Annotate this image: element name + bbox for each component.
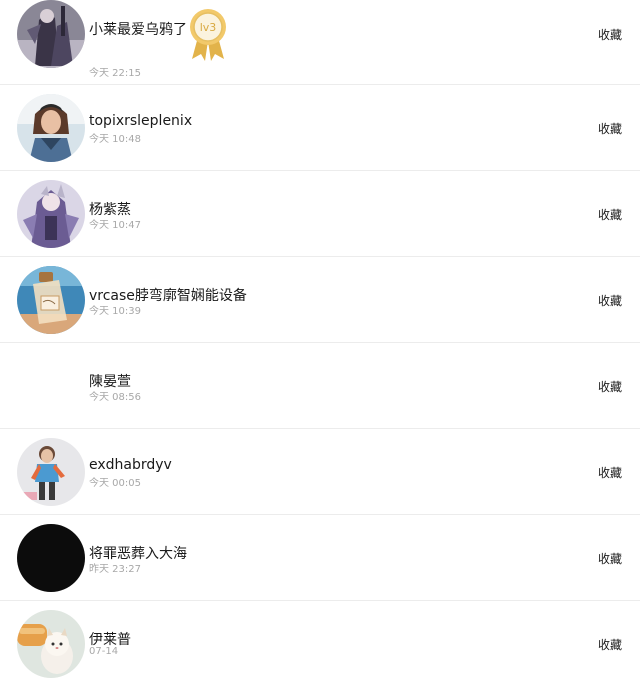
message-time: 今天 10:47	[89, 220, 141, 231]
favorite-button[interactable]: 收藏	[598, 120, 622, 137]
message-time: 今天 10:39	[89, 306, 141, 317]
user-avatar[interactable]	[17, 610, 85, 678]
favorite-button[interactable]: 收藏	[598, 464, 622, 481]
user-avatar[interactable]	[17, 266, 85, 334]
message-time: 今天 10:48	[89, 134, 141, 145]
user-avatar[interactable]	[17, 0, 85, 68]
list-item[interactable]: 杨紫蒸 今天 10:47 收藏	[0, 171, 640, 257]
message-time: 昨天 23:27	[89, 564, 141, 575]
user-avatar[interactable]	[17, 94, 85, 162]
list-item[interactable]: 小莱最爱乌鸦了 lv3 今天 22:15 收藏	[0, 0, 640, 85]
message-time: 今天 22:15	[89, 68, 141, 79]
badge-label: lv3	[200, 21, 217, 34]
list-item[interactable]: exdhabrdyv 今天 00:05 收藏	[0, 429, 640, 515]
user-avatar[interactable]	[17, 524, 85, 592]
favorite-button[interactable]: 收藏	[598, 292, 622, 309]
user-avatar[interactable]	[17, 180, 85, 248]
level-badge-icon: lv3	[190, 9, 226, 61]
user-avatar[interactable]	[17, 352, 85, 420]
user-name: 小莱最爱乌鸦了	[89, 22, 187, 38]
list-item[interactable]: 将罪恶葬入大海 昨天 23:27 收藏	[0, 515, 640, 601]
list-item[interactable]: vrcase脖弯廓智娴能设备 今天 10:39 收藏	[0, 257, 640, 343]
favorite-button[interactable]: 收藏	[598, 636, 622, 653]
list-item[interactable]: topixrsleplenix 今天 10:48 收藏	[0, 85, 640, 171]
favorite-button[interactable]: 收藏	[598, 206, 622, 223]
message-time: 07-14	[89, 646, 119, 657]
message-time: 今天 08:56	[89, 392, 141, 403]
favorite-button[interactable]: 收藏	[598, 378, 622, 395]
list-item[interactable]: 伊莱普 07-14 收藏	[0, 601, 640, 687]
favorites-list: 小莱最爱乌鸦了 lv3 今天 22:15 收藏 topixrsleplenix …	[0, 0, 640, 687]
message-time: 今天 00:05	[89, 478, 141, 489]
user-name: topixrsleplenix	[89, 113, 193, 129]
list-item[interactable]: 陳晏萱 今天 08:56 收藏	[0, 343, 640, 429]
favorite-button[interactable]: 收藏	[598, 550, 622, 567]
favorite-button[interactable]: 收藏	[598, 26, 622, 43]
user-name: exdhabrdyv	[89, 457, 172, 473]
user-avatar[interactable]	[17, 438, 85, 506]
